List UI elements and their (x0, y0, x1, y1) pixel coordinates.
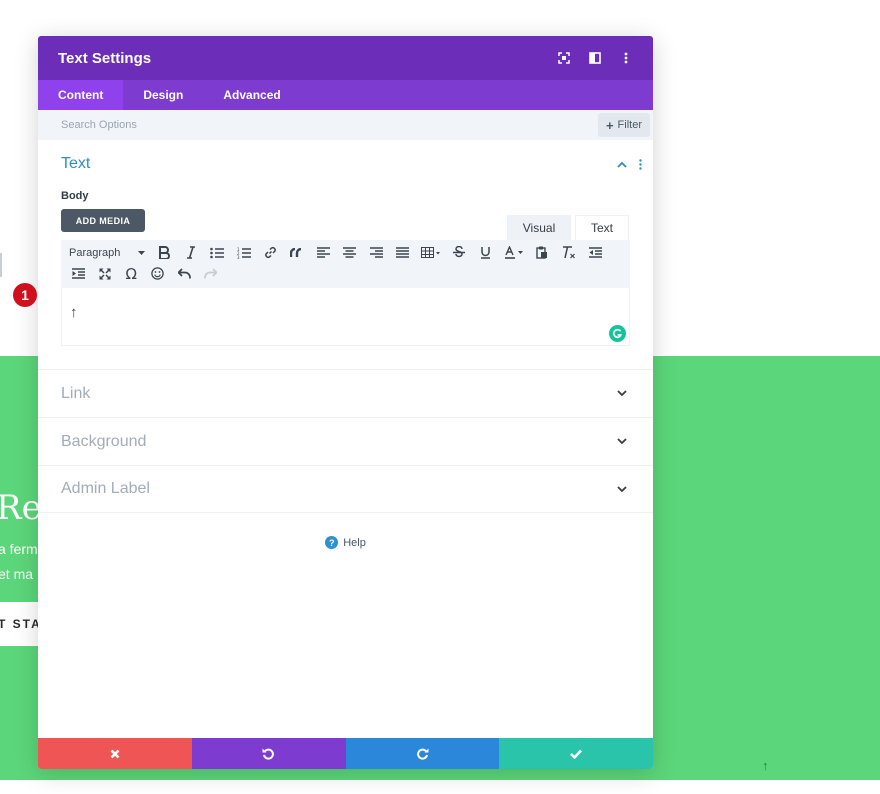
text-mode-tab[interactable]: Text (575, 215, 629, 240)
modal-title: Text Settings (58, 49, 152, 67)
clear-format-icon[interactable] (556, 242, 583, 263)
strikethrough-icon[interactable] (446, 242, 473, 263)
toolbar-row: Paragraph 123 (65, 242, 630, 263)
modal-header: Text Settings (38, 36, 653, 80)
body-label: Body (61, 190, 89, 202)
outdent-icon[interactable] (582, 242, 609, 263)
step-marker: 1 (13, 283, 37, 307)
arrow-up-icon: ↑ (762, 758, 769, 773)
tab-advanced[interactable]: Advanced (203, 80, 300, 110)
paste-icon[interactable] (529, 242, 556, 263)
numbered-list-icon[interactable]: 123 (231, 242, 258, 263)
fullscreen-icon[interactable] (92, 263, 119, 284)
caret-down-icon (138, 250, 145, 255)
expand-icon[interactable] (557, 51, 571, 65)
link-section[interactable]: Link (38, 369, 653, 417)
undo-icon[interactable] (171, 263, 198, 284)
hero-cta-label: T STA (0, 617, 42, 631)
text-section: Text Body ADD MEDIA Visual Text Paragrap… (38, 140, 653, 369)
toolbar-row: Ω (65, 263, 630, 284)
italic-icon[interactable] (178, 242, 205, 263)
hero-heading: Re (0, 488, 42, 528)
filter-button[interactable]: + Filter (597, 113, 650, 137)
undo-button[interactable] (191, 738, 346, 769)
paragraph-format-select[interactable]: Paragraph (65, 247, 151, 259)
text-section-title: Text (61, 155, 91, 172)
align-justify-icon[interactable] (390, 242, 417, 263)
hero-text-line: et ma (0, 566, 34, 582)
split-view-icon[interactable] (588, 51, 602, 65)
table-icon[interactable] (416, 242, 446, 263)
media-row: ADD MEDIA Visual Text (61, 202, 630, 240)
help-link[interactable]: ? Help (38, 536, 653, 549)
tab-content[interactable]: Content (38, 80, 124, 110)
help-label: Help (343, 536, 366, 549)
search-bar: + Filter (38, 110, 653, 140)
indent-icon[interactable] (65, 263, 92, 284)
save-button[interactable] (499, 738, 653, 769)
blockquote-icon[interactable] (284, 242, 311, 263)
chevron-up-icon[interactable] (614, 156, 630, 172)
redo-icon[interactable] (198, 263, 225, 284)
help-icon: ? (325, 536, 339, 549)
editor-toolbar: Paragraph 123 Ω (61, 240, 630, 288)
chevron-down-icon[interactable] (614, 481, 630, 497)
builder-canvas: Re a ferm et ma T STA ↑ 1 Text Settings … (0, 0, 880, 794)
link-section-title: Link (61, 384, 91, 402)
align-left-icon[interactable] (310, 242, 337, 263)
tab-design[interactable]: Design (123, 80, 203, 110)
cancel-button[interactable] (38, 738, 192, 769)
add-media-button[interactable]: ADD MEDIA (61, 209, 145, 232)
link-icon[interactable] (257, 242, 284, 263)
bullet-list-icon[interactable] (204, 242, 231, 263)
modal-footer (38, 738, 653, 769)
page-divider (0, 253, 2, 277)
format-select-value: Paragraph (69, 246, 121, 259)
align-right-icon[interactable] (363, 242, 390, 263)
admin-label-section[interactable]: Admin Label (38, 465, 653, 513)
text-color-icon[interactable] (499, 242, 529, 263)
text-settings-modal: Text Settings Content Design Advanced + … (38, 36, 653, 769)
svg-text:3: 3 (237, 255, 240, 259)
search-options-input[interactable] (61, 119, 598, 131)
section-kebab-icon[interactable] (634, 157, 642, 171)
chevron-down-icon[interactable] (614, 434, 630, 450)
text-editor-area[interactable]: ↑ (61, 288, 630, 346)
redo-icon (416, 748, 429, 760)
kebab-icon[interactable] (619, 51, 633, 65)
undo-icon (262, 748, 275, 760)
omega-icon[interactable]: Ω (118, 263, 145, 284)
check-icon (570, 749, 583, 759)
grammarly-icon[interactable] (609, 325, 626, 342)
editor-content: ↑ (70, 304, 78, 321)
close-icon (110, 749, 120, 758)
background-section-title: Background (61, 432, 147, 450)
align-center-icon[interactable] (337, 242, 364, 263)
redo-button[interactable] (345, 738, 500, 769)
modal-tabs: Content Design Advanced (38, 80, 653, 110)
background-section[interactable]: Background (38, 417, 653, 465)
hero-text-line: a ferm (0, 541, 38, 557)
chevron-down-icon[interactable] (614, 386, 630, 402)
visual-mode-tab[interactable]: Visual (507, 215, 571, 240)
filter-label: Filter (617, 119, 642, 131)
text-section-header[interactable]: Text (61, 140, 642, 188)
underline-icon[interactable] (473, 242, 500, 263)
bold-icon[interactable] (151, 242, 178, 263)
emoji-icon[interactable] (145, 263, 172, 284)
admin-label-section-title: Admin Label (61, 480, 150, 497)
plus-icon: + (605, 117, 614, 133)
